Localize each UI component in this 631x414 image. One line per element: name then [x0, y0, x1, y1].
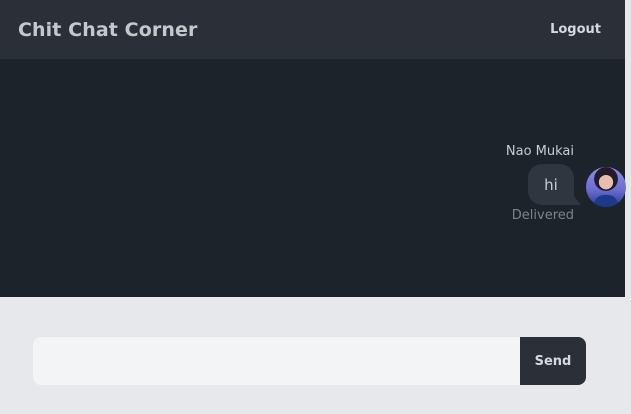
message-list: Nao Mukai hi Delivered [0, 59, 626, 297]
message-input[interactable] [33, 337, 520, 385]
chat-app: Chit Chat Corner Logout Nao Mukai hi Del… [0, 0, 631, 414]
message-sender-name: Nao Mukai [505, 144, 574, 159]
app-title: Chit Chat Corner [18, 18, 198, 41]
navbar: Chit Chat Corner Logout [0, 0, 625, 59]
send-button[interactable]: Send [520, 337, 586, 385]
scrollbar-track [625, 0, 631, 297]
message-bubble: hi [528, 164, 574, 205]
avatar-body [594, 195, 618, 207]
message-composer: Send [0, 297, 631, 414]
message-status: Delivered [511, 208, 574, 223]
input-group: Send [33, 337, 586, 385]
avatar [586, 167, 626, 207]
bubble-tail [573, 195, 581, 205]
logout-button[interactable]: Logout [550, 22, 601, 37]
